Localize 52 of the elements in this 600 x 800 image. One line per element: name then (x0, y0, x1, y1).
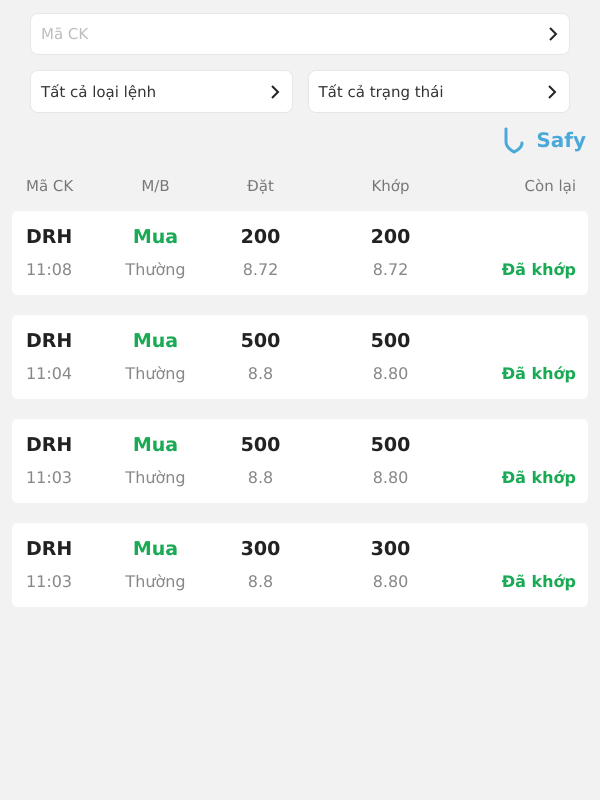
symbol: DRH (26, 330, 74, 352)
ordered-quantity: 300 (240, 538, 282, 560)
filter-dropdown[interactable]: Tất cả trạng thái (308, 70, 570, 113)
order-card[interactable]: DRH Mua 500 500 11:03 Thường 8.8 8.80 Đã khớp (12, 419, 588, 503)
order-time: 11:04 (26, 364, 74, 382)
order-status: Đã khớp (500, 572, 576, 590)
ordered-price: 8.72 (242, 260, 280, 278)
matched-quantity: 500 (370, 434, 412, 456)
column-header: Đặt (246, 177, 275, 195)
side: Mua (132, 538, 180, 560)
order-card[interactable]: DRH Mua 300 300 11:03 Thường 8.8 8.80 Đã khớp (12, 523, 588, 607)
order-type: Thường (124, 572, 187, 590)
column-header: Còn lại (524, 177, 576, 195)
order-time: 11:08 (26, 260, 74, 278)
order-status: Đã khớp (500, 260, 576, 278)
order-time: 11:03 (26, 572, 74, 590)
order-card[interactable]: DRH Mua 500 500 11:04 Thường 8.8 8.80 Đã khớp (12, 315, 588, 399)
matched-quantity: 500 (370, 330, 412, 352)
order-type: Thường (124, 468, 187, 486)
chevron-right-icon (547, 84, 557, 100)
column-header: Mã CK (26, 177, 74, 195)
order-type: Thường (124, 364, 187, 382)
symbol: DRH (26, 434, 74, 456)
ordered-price: 8.8 (246, 468, 274, 486)
logo-text: Safy (536, 128, 586, 152)
matched-price: 8.80 (372, 364, 410, 382)
chevron-right-icon (270, 84, 280, 100)
order-type: Thường (124, 260, 187, 278)
column-header: M/B (140, 177, 171, 195)
chevron-right-icon (548, 26, 558, 42)
column-header: Khớp (370, 177, 411, 195)
symbol: DRH (26, 226, 74, 248)
ordered-quantity: 500 (240, 434, 282, 456)
order-card[interactable]: DRH Mua 200 200 11:08 Thường 8.72 8.72 Đã khớp (12, 211, 588, 295)
matched-price: 8.72 (372, 260, 410, 278)
matched-quantity: 200 (370, 226, 412, 248)
order-time: 11:03 (26, 468, 74, 486)
order-status: Đã khớp (500, 468, 576, 486)
side: Mua (132, 330, 180, 352)
side: Mua (132, 226, 180, 248)
matched-price: 8.80 (372, 468, 410, 486)
matched-quantity: 300 (370, 538, 412, 560)
ordered-price: 8.8 (246, 572, 274, 590)
ordered-quantity: 500 (240, 330, 282, 352)
ordered-quantity: 200 (240, 226, 282, 248)
side: Mua (132, 434, 180, 456)
matched-price: 8.80 (372, 572, 410, 590)
symbol: DRH (26, 538, 74, 560)
filter-dropdown[interactable]: Tất cả loại lệnh (30, 70, 292, 113)
ordered-price: 8.8 (246, 364, 274, 382)
search-field[interactable]: Mã CK (30, 13, 570, 55)
order-status: Đã khớp (500, 364, 576, 382)
